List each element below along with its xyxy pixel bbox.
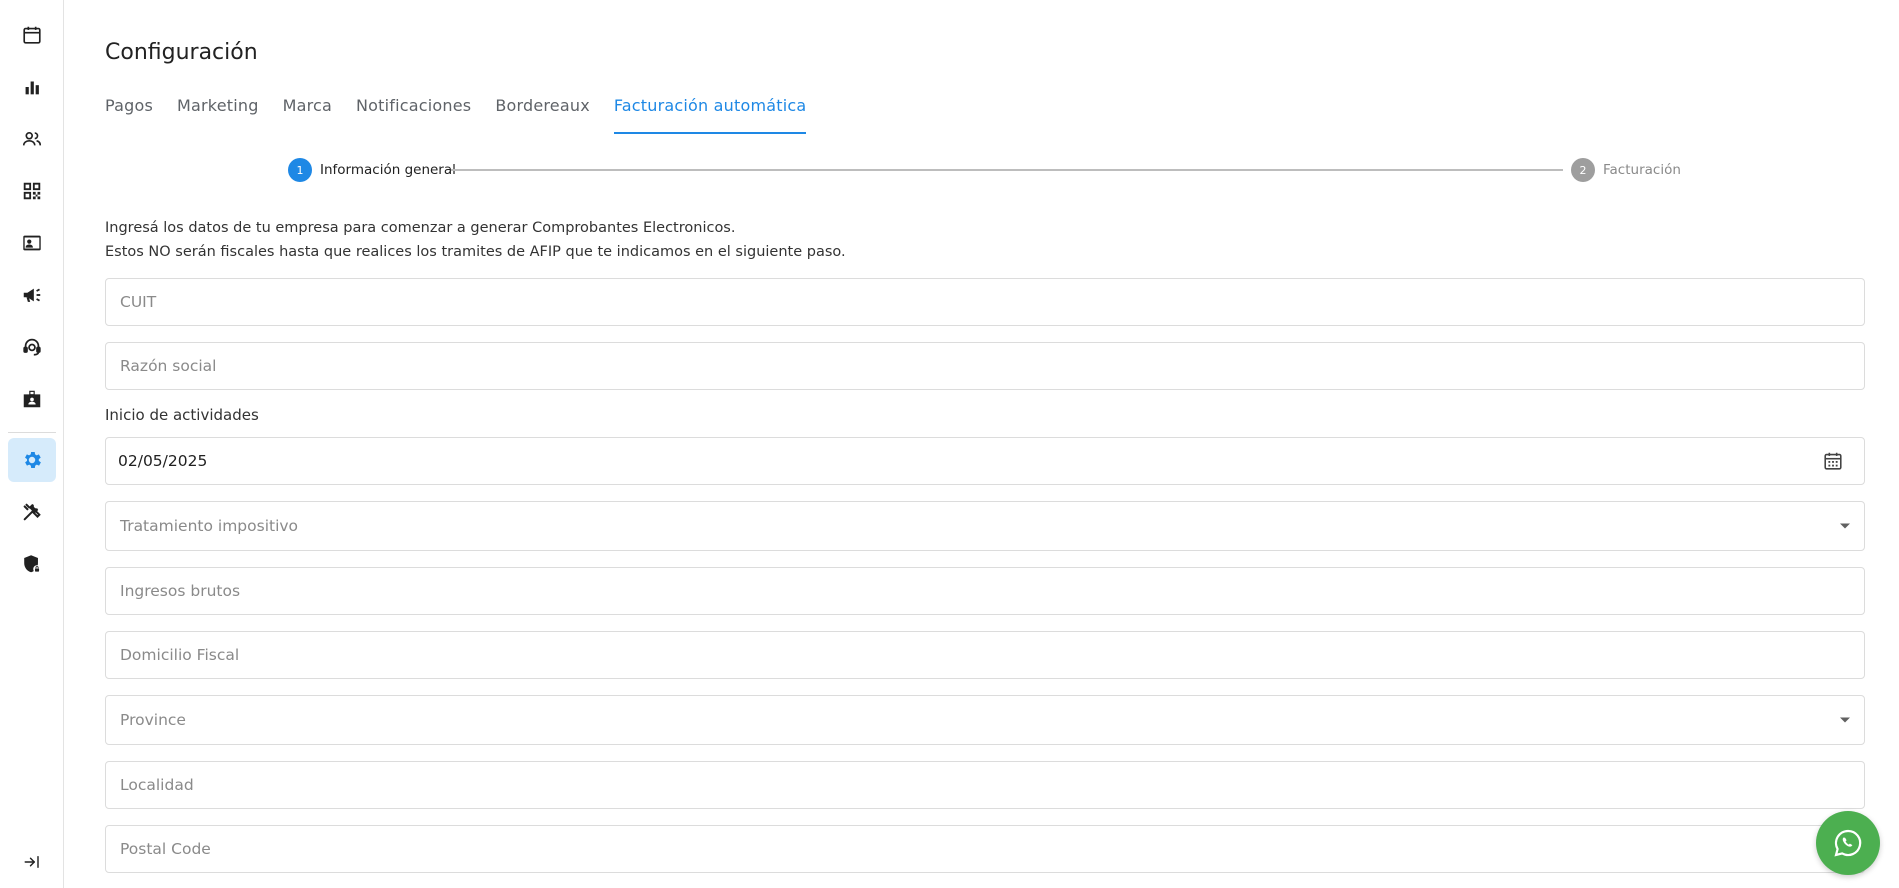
tab-pagos[interactable]: Pagos: [105, 96, 153, 134]
intro-text: Ingresá los datos de tu empresa para com…: [105, 216, 846, 264]
inicio-actividades-value: 02/05/2025: [118, 452, 208, 470]
province-select[interactable]: Province: [105, 695, 1865, 745]
tab-facturacion-automatica[interactable]: Facturación automática: [613, 96, 807, 134]
calendar-icon: [23, 26, 41, 44]
megaphone-icon: [23, 288, 41, 302]
ingresos-brutos-field[interactable]: Ingresos brutos: [105, 567, 1865, 615]
whatsapp-button[interactable]: [1816, 811, 1880, 875]
settings-tabs: Pagos Marketing Marca Notificaciones Bor…: [105, 96, 830, 134]
whatsapp-icon: [1834, 829, 1862, 857]
intro-line-2: Estos NO serán fiscales hasta que realic…: [105, 244, 846, 260]
tab-marca[interactable]: Marca: [283, 96, 332, 134]
sidebar-item-support[interactable]: [8, 325, 56, 369]
tab-bordereaux[interactable]: Bordereaux: [495, 96, 590, 134]
razon-social-field[interactable]: Razón social: [105, 342, 1865, 390]
inicio-actividades-date-input[interactable]: 02/05/2025: [105, 437, 1865, 485]
ingresos-brutos-placeholder: Ingresos brutos: [120, 582, 241, 600]
inicio-actividades-label: Inicio de actividades: [105, 406, 259, 424]
tab-notificaciones[interactable]: Notificaciones: [356, 96, 471, 134]
chevron-down-icon: [1840, 523, 1850, 529]
users-icon: [22, 132, 42, 146]
sidebar-item-badge[interactable]: [8, 377, 56, 421]
support-agent-icon: [23, 338, 41, 356]
sidebar-item-settings[interactable]: [8, 438, 56, 482]
step-label-2: Facturación: [1603, 162, 1681, 178]
tools-icon: [23, 503, 41, 521]
postal-code-placeholder: Postal Code: [120, 840, 211, 858]
cuit-field[interactable]: CUIT: [105, 278, 1865, 326]
tratamiento-dropdown-toggle[interactable]: [1840, 523, 1850, 529]
sidebar-item-qr[interactable]: [8, 169, 56, 213]
sidebar-divider: [8, 432, 56, 433]
razon-social-placeholder: Razón social: [120, 357, 217, 375]
tratamiento-impositivo-select[interactable]: Tratamiento impositivo: [105, 501, 1865, 551]
sidebar-item-calendar[interactable]: [8, 13, 56, 57]
step-number-2: 2: [1571, 158, 1595, 182]
sidebar-item-security[interactable]: [8, 542, 56, 586]
sidebar-item-tools[interactable]: [8, 490, 56, 534]
step-facturacion: 2 Facturación: [1571, 158, 1681, 182]
tratamiento-placeholder: Tratamiento impositivo: [120, 517, 299, 535]
step-informacion-general: 1 Información general: [288, 158, 456, 182]
intro-line-1: Ingresá los datos de tu empresa para com…: [105, 220, 736, 236]
sidebar-item-contacts[interactable]: [8, 221, 56, 265]
postal-code-field[interactable]: Postal Code: [105, 825, 1865, 873]
contact-card-icon: [23, 235, 41, 251]
tab-marketing[interactable]: Marketing: [177, 96, 259, 134]
province-placeholder: Province: [120, 711, 186, 729]
collapse-arrow-icon: [24, 856, 39, 868]
step-label-1: Información general: [320, 162, 456, 178]
localidad-field[interactable]: Localidad: [105, 761, 1865, 809]
page-title: Configuración: [105, 40, 258, 65]
sidebar-item-marketing[interactable]: [8, 273, 56, 317]
cuit-placeholder: CUIT: [120, 293, 157, 311]
stepper-connector: [451, 169, 1563, 171]
province-dropdown-toggle[interactable]: [1840, 717, 1850, 723]
sidebar-collapse-button[interactable]: [8, 846, 56, 878]
sidebar-item-users[interactable]: [8, 117, 56, 161]
chevron-down-icon: [1840, 717, 1850, 723]
bar-chart-icon: [25, 81, 39, 95]
badge-icon: [23, 390, 41, 408]
stepper: 1 Información general 2 Facturación: [288, 158, 1688, 182]
sidebar-item-reports[interactable]: [8, 65, 56, 109]
localidad-placeholder: Localidad: [120, 776, 194, 794]
qr-code-icon: [23, 182, 41, 200]
date-picker-button[interactable]: [1822, 450, 1844, 472]
calendar-icon: [1824, 452, 1842, 470]
domicilio-fiscal-field[interactable]: Domicilio Fiscal: [105, 631, 1865, 679]
domicilio-fiscal-placeholder: Domicilio Fiscal: [120, 646, 240, 664]
step-number-1: 1: [288, 158, 312, 182]
shield-lock-icon: [24, 555, 41, 573]
gear-icon: [25, 452, 41, 468]
sidebar: [0, 0, 64, 888]
